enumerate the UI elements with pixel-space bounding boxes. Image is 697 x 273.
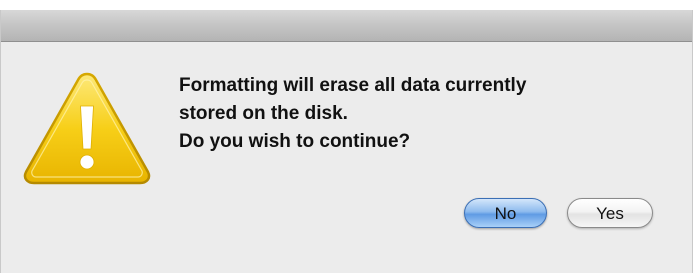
warning-icon (23, 72, 151, 185)
alert-dialog: Formatting will erase all data currently… (0, 10, 693, 273)
no-button[interactable]: No (464, 198, 547, 228)
screen: Formatting will erase all data currently… (0, 0, 697, 273)
message-line-2: stored on the disk. (179, 103, 348, 124)
alert-message: Formatting will erase all data currently… (179, 72, 659, 156)
message-line-3: Do you wish to continue? (179, 131, 411, 152)
dialog-title-bar[interactable] (1, 10, 692, 42)
message-line-1: Formatting will erase all data currently (179, 75, 527, 96)
yes-button[interactable]: Yes (567, 198, 653, 228)
